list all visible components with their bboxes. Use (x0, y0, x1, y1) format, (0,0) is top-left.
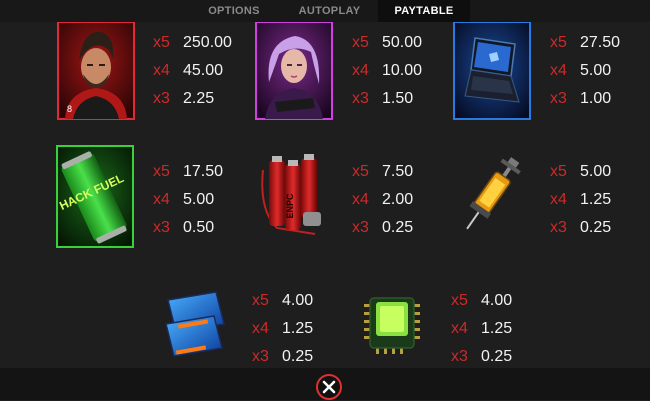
male-hacker-icon: 8 (57, 22, 135, 120)
payout-row: x4 5.00 (550, 62, 650, 90)
paytable-payouts-syringe: x5 5.00 x4 1.25 x3 0.25 (550, 163, 650, 247)
payout-value: 2.25 (183, 90, 215, 107)
payout-row: x3 0.25 (550, 219, 650, 247)
payout-row: x5 17.50 (153, 163, 273, 191)
payout-value: 0.25 (282, 348, 314, 365)
payout-value: 1.25 (282, 320, 314, 337)
multiplier: x4 (352, 62, 369, 79)
payout-value: 45.00 (183, 62, 224, 79)
multiplier: x5 (153, 163, 170, 180)
payout-row: x4 45.00 (153, 62, 273, 90)
multiplier: x4 (550, 191, 567, 208)
paytable-payouts-microchip: x5 4.00 x4 1.25 x3 0.25 (451, 292, 571, 376)
multiplier: x5 (153, 34, 170, 51)
multiplier: x5 (451, 292, 468, 309)
close-icon[interactable] (315, 373, 343, 401)
payout-row: x4 10.00 (352, 62, 472, 90)
payout-value: 2.00 (382, 191, 414, 208)
payout-row: x5 50.00 (352, 34, 472, 62)
payout-row: x3 1.50 (352, 90, 472, 118)
tab-autoplay[interactable]: AUTOPLAY (282, 0, 377, 22)
payout-value: 50.00 (382, 34, 423, 51)
payout-value: 5.00 (183, 191, 215, 208)
payout-value: 0.25 (382, 219, 414, 236)
payout-value: 1.50 (382, 90, 414, 107)
multiplier: x3 (451, 348, 468, 365)
payout-value: 1.00 (580, 90, 612, 107)
payout-value: 27.50 (580, 34, 621, 51)
battery-label: ENPC (285, 193, 295, 219)
svg-text:8: 8 (67, 104, 72, 114)
multiplier: x4 (153, 191, 170, 208)
paytable-payouts-memory-drive: x5 4.00 x4 1.25 x3 0.25 (252, 292, 372, 376)
paytable-payouts-male-hacker: x5 250.00 x4 45.00 x3 2.25 (153, 34, 273, 118)
tab-bar: OPTIONS AUTOPLAY PAYTABLE (0, 0, 650, 22)
multiplier: x4 (352, 191, 369, 208)
payout-value: 17.50 (183, 163, 224, 180)
multiplier: x5 (352, 163, 369, 180)
payout-value: 1.25 (481, 320, 513, 337)
multiplier: x5 (550, 34, 567, 51)
payout-value: 0.25 (481, 348, 513, 365)
multiplier: x5 (252, 292, 269, 309)
payout-value: 250.00 (183, 34, 232, 51)
multiplier: x3 (153, 219, 170, 236)
payout-row: x5 7.50 (352, 163, 472, 191)
payout-row: x3 2.25 (153, 90, 273, 118)
multiplier: x5 (352, 34, 369, 51)
payout-value: 7.50 (382, 163, 414, 180)
multiplier: x3 (550, 219, 567, 236)
payout-row: x4 1.25 (252, 320, 372, 348)
multiplier: x4 (252, 320, 269, 337)
payout-row: x3 0.25 (352, 219, 472, 247)
payout-row: x3 1.00 (550, 90, 650, 118)
payout-row: x5 4.00 (451, 292, 571, 320)
paytable-payouts-energy-can: x5 17.50 x4 5.00 x3 0.50 (153, 163, 273, 247)
payout-row: x4 5.00 (153, 191, 273, 219)
payout-value: 0.50 (183, 219, 215, 236)
multiplier: x5 (550, 163, 567, 180)
payout-value: 5.00 (580, 62, 612, 79)
payout-row: x4 1.25 (451, 320, 571, 348)
payout-row: x5 4.00 (252, 292, 372, 320)
tab-paytable[interactable]: PAYTABLE (378, 0, 470, 22)
paytable-payouts-laptop: x5 27.50 x4 5.00 x3 1.00 (550, 34, 650, 118)
multiplier: x3 (252, 348, 269, 365)
payout-row: x5 27.50 (550, 34, 650, 62)
payout-row: x4 2.00 (352, 191, 472, 219)
paytable-payouts-female-hacker: x5 50.00 x4 10.00 x3 1.50 (352, 34, 472, 118)
payout-value: 5.00 (580, 163, 612, 180)
payout-value: 4.00 (481, 292, 513, 309)
payout-value: 0.25 (580, 219, 612, 236)
multiplier: x4 (451, 320, 468, 337)
multiplier: x4 (550, 62, 567, 79)
multiplier: x4 (153, 62, 170, 79)
tab-options[interactable]: OPTIONS (190, 0, 278, 22)
payout-row: x4 1.25 (550, 191, 650, 219)
payout-value: 1.25 (580, 191, 612, 208)
multiplier: x3 (352, 219, 369, 236)
payout-row: x5 250.00 (153, 34, 273, 62)
energy-can-icon: HACK FUEL (56, 145, 134, 248)
memory-drive-icon (165, 291, 225, 357)
multiplier: x3 (352, 90, 369, 107)
payout-row: x5 5.00 (550, 163, 650, 191)
payout-value: 10.00 (382, 62, 423, 79)
payout-row: x3 0.50 (153, 219, 273, 247)
multiplier: x3 (153, 90, 170, 107)
paytable-payouts-battery-pack: x5 7.50 x4 2.00 x3 0.25 (352, 163, 472, 247)
multiplier: x3 (550, 90, 567, 107)
payout-value: 4.00 (282, 292, 314, 309)
